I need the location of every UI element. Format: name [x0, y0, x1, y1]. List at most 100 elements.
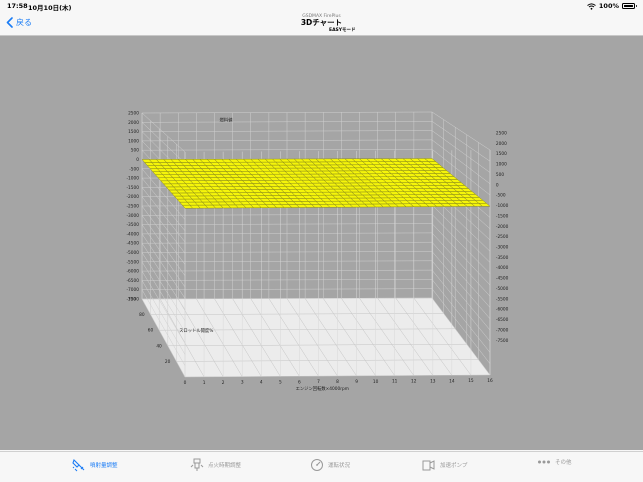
- y-tick: 80: [139, 312, 145, 318]
- status-time: 17:58: [7, 2, 28, 10]
- right-wall-grid-line: [431, 223, 491, 286]
- x-tick: 14: [449, 378, 455, 384]
- tab-pump-label: 加速ポンプ: [440, 463, 468, 469]
- z-tick-left: -500: [129, 166, 139, 172]
- z-tick-right: 1500: [496, 151, 507, 157]
- battery-icon: [622, 3, 637, 9]
- right-wall-grid-line: [431, 251, 491, 319]
- tab-pump[interactable]: 加速ポンプ: [422, 458, 467, 472]
- x-tick: 10: [373, 379, 379, 385]
- y-tick: 20: [165, 359, 171, 365]
- z-tick-right: 2500: [496, 130, 507, 136]
- chart-title: 燃料値: [220, 117, 234, 124]
- tab-ignition-label: 点火時期調整: [208, 463, 242, 469]
- left-wall-grid-line: [141, 196, 186, 254]
- wifi-icon: [587, 2, 596, 10]
- gauge-icon: [310, 458, 324, 472]
- z-tick-right: -1500: [496, 213, 509, 219]
- tab-ignition[interactable]: 点火時期調整: [190, 458, 241, 472]
- z-tick-right: 0: [496, 182, 499, 188]
- left-wall-grid-line: [141, 233, 186, 299]
- z-tick-left: -2500: [127, 204, 140, 210]
- pump-icon: [422, 458, 436, 472]
- z-tick-left: -3000: [127, 213, 140, 219]
- y-tick: 40: [156, 343, 162, 349]
- z-tick-right: -2500: [496, 234, 509, 240]
- z-tick-right: -3000: [496, 244, 509, 250]
- 3d-chart[interactable]: 燃料値25002000150010005000-500-1000-1500-20…: [0, 36, 643, 450]
- x-tick: 6: [298, 379, 301, 385]
- z-tick-left: -1000: [127, 176, 140, 182]
- z-tick-right: -5000: [496, 286, 509, 292]
- z-tick-right: 2000: [496, 141, 507, 147]
- z-tick-left: -1500: [127, 185, 140, 191]
- status-right: 100%: [587, 2, 637, 10]
- z-tick-right: -5500: [496, 296, 509, 302]
- right-wall-grid-line: [431, 242, 491, 308]
- page-title: 3Dチャート: [300, 18, 343, 27]
- x-tick: 4: [260, 380, 263, 386]
- z-tick-left: -7000: [127, 287, 140, 293]
- z-tick-left: -4500: [127, 241, 140, 247]
- z-tick-left: -2000: [127, 194, 140, 200]
- x-tick: 15: [468, 378, 474, 384]
- z-tick-left: 2500: [128, 111, 139, 117]
- z-tick-left: -4000: [127, 231, 140, 237]
- right-wall-grid-line: [431, 121, 491, 162]
- z-tick-left: -5000: [127, 250, 140, 256]
- z-tick-right: -6500: [496, 317, 509, 323]
- z-tick-right: -1000: [496, 203, 509, 209]
- more-icon: [537, 459, 551, 465]
- z-tick-left: 1500: [128, 129, 139, 135]
- tab-bar: 噴射量調整 点火時期調整 運転状況 加速ポンプ その他: [0, 451, 643, 482]
- nav-titles: GSDMAX FirePlus 3Dチャート: [0, 14, 643, 27]
- x-tick: 3: [241, 380, 244, 386]
- x-tick: 8: [336, 379, 339, 385]
- z-tick-left: -3500: [127, 222, 140, 228]
- tab-status-label: 運転状況: [328, 463, 351, 469]
- tab-injection[interactable]: 噴射量調整: [72, 458, 118, 472]
- x-tick: 11: [392, 379, 398, 385]
- x-tick: 9: [355, 379, 358, 385]
- z-tick-left: 1000: [128, 138, 139, 144]
- x-tick: 13: [430, 378, 436, 384]
- status-bar: 17:58 10月10日(木) 100%: [0, 0, 643, 12]
- x-tick: 7: [317, 379, 320, 385]
- z-tick-right: -4500: [496, 276, 509, 282]
- status-date: 10月10日(木): [28, 4, 72, 12]
- chart-area[interactable]: 燃料値 2500 2000 1500 1000 500 0 -500 -1000 -1500 -20…: [0, 36, 643, 450]
- x-tick: 1: [203, 380, 206, 386]
- x-tick: 0: [184, 380, 187, 386]
- z-tick-right: -6000: [496, 307, 509, 313]
- y-tick: 100: [128, 297, 136, 303]
- injector-icon: [72, 458, 86, 472]
- y-axis-label: スロットル開度%: [179, 327, 213, 334]
- tab-other[interactable]: その他: [537, 458, 572, 466]
- battery-percent: 100%: [598, 2, 619, 10]
- ignition-icon: [190, 458, 204, 472]
- x-tick: 12: [411, 379, 417, 385]
- z-tick-right: 500: [496, 172, 504, 178]
- x-axis-label: エンジン回転数×4000rpm: [296, 385, 349, 392]
- left-wall-grid-line: [141, 112, 186, 153]
- chart-floor: [142, 298, 490, 377]
- z-tick-right: -4000: [496, 265, 509, 271]
- mode-label: EASYモード: [329, 28, 356, 33]
- z-tick-left: 0: [136, 157, 139, 163]
- x-tick: 5: [279, 379, 282, 385]
- x-tick: 2: [222, 380, 225, 386]
- z-tick-right: -2000: [496, 224, 509, 230]
- z-tick-right: 1000: [496, 162, 507, 168]
- x-tick: 16: [487, 378, 493, 384]
- z-tick-left: 500: [131, 148, 139, 154]
- z-tick-right: -7500: [496, 338, 509, 344]
- tab-other-label: その他: [555, 460, 572, 466]
- z-tick-left: -6500: [127, 278, 140, 284]
- z-tick-left: -5500: [127, 259, 140, 265]
- y-tick: 60: [148, 328, 154, 334]
- navigation-bar: 戻る GSDMAX FirePlus 3Dチャート EASYモード: [0, 12, 643, 36]
- right-wall-grid-line: [431, 111, 491, 151]
- z-tick-right: -7000: [496, 327, 509, 333]
- z-tick-right: -500: [496, 193, 506, 199]
- tab-status[interactable]: 運転状況: [310, 458, 350, 472]
